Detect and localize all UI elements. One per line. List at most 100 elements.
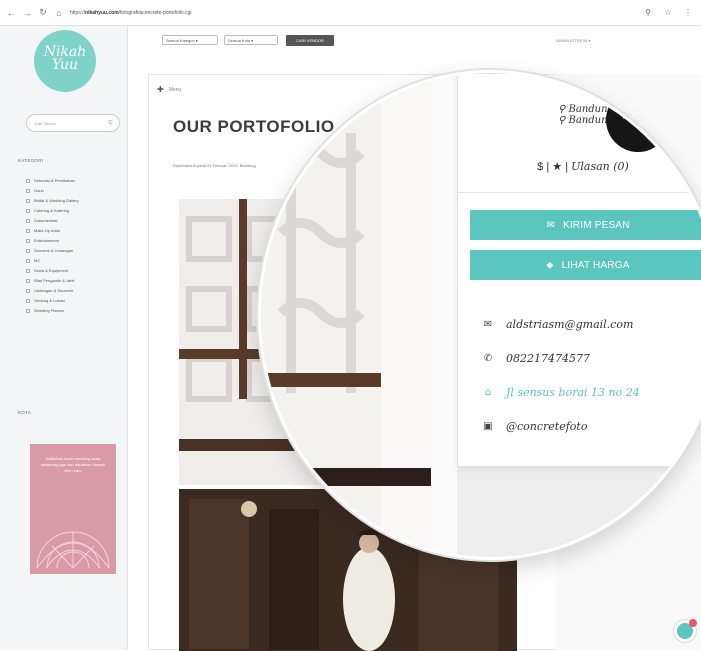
notification-badge <box>689 619 697 627</box>
sidebar-item-category[interactable]: Make Up Artist <box>26 226 79 236</box>
contact-address[interactable]: ⌂ Jl sensus borai 13 no 24 <box>482 386 640 399</box>
forward-icon[interactable]: → <box>22 8 32 18</box>
breadcrumb: ✚ Menu <box>157 85 181 94</box>
url-host: nikahyuu.com <box>85 9 119 16</box>
sidebar-item-label: Undangan & Souvenir <box>34 288 74 293</box>
sidebar-item-label: Dekorasi & Pernikahan <box>34 178 75 183</box>
search-input[interactable]: Cari Vendor ⚲ <box>26 114 120 132</box>
checkbox-icon[interactable] <box>26 269 30 273</box>
sidebar-item-category[interactable]: Entertainment <box>26 236 79 246</box>
magnifier-lens: ⚲ Bandung ⚲ Bandung aconcrete $ | ★ | Ul… <box>258 70 701 560</box>
sidebar-item-category[interactable]: Bridal & Wedding Gallery <box>26 196 79 206</box>
sidebar-item-label: Wedding Planner <box>34 308 65 313</box>
sidebar-item-label: Bridal & Wedding Gallery <box>34 198 79 203</box>
sidebar-item-label: Rias Pengantin & Jahit <box>34 278 75 283</box>
sidebar-item-label: Gedung & Lokasi <box>34 298 65 303</box>
sidebar-item-label: MC <box>34 258 41 263</box>
mandala-icon <box>36 531 110 568</box>
checkbox-icon[interactable] <box>26 209 30 213</box>
sidebar-item-category[interactable]: MC <box>26 256 79 266</box>
checkbox-icon[interactable] <box>26 249 30 253</box>
home-icon: ⌂ <box>484 387 492 398</box>
checkbox-icon[interactable] <box>26 239 30 243</box>
breadcrumb-item[interactable]: Menu <box>169 87 182 93</box>
promo-banner[interactable]: Daftarkan bisnis wedding anda sekarang j… <box>30 444 116 574</box>
sidebar-item-category[interactable]: Wedding Planner <box>26 306 79 316</box>
sidebar-heading-kota[interactable]: KOTA <box>18 410 31 415</box>
category-list: Dekorasi & Pernikahan Gaun Bridal & Weddin… <box>26 176 79 316</box>
portfolio-caption: Diperbaharui pada 01 Februari 2019. Band… <box>173 163 256 168</box>
email-text: aldstriasm@gmail.com <box>506 318 634 331</box>
search-icon[interactable]: ⚲ <box>641 8 655 17</box>
city-select[interactable]: Semua Kota ▾ <box>224 35 278 45</box>
chat-icon[interactable] <box>674 619 697 642</box>
url-path: /fotografi/aconcrete-portofolio.cgi <box>118 9 192 16</box>
category-select[interactable]: Semua Kategori ▾ <box>162 35 218 45</box>
address-text: Jl sensus borai 13 no 24 <box>506 386 640 399</box>
contact-email[interactable]: ✉ aldstriasm@gmail.com <box>482 318 634 331</box>
checkbox-icon[interactable] <box>26 229 30 233</box>
promo-text: Daftarkan bisnis wedding anda sekarang j… <box>40 456 106 473</box>
sidebar-item-label: Dokumentasi <box>34 218 58 223</box>
address-bar[interactable]: https://nikahyuu.com/fotografi/aconcrete… <box>70 10 635 16</box>
checkbox-icon[interactable] <box>26 189 30 193</box>
sidebar-item-category[interactable]: Dekorasi & Pernikahan <box>26 176 79 186</box>
checkbox-icon[interactable] <box>26 219 30 223</box>
zoomed-lattice-image <box>261 73 431 557</box>
filter-bar: Semua Kategori ▾ Semua Kota ▾ CARI VENDO… <box>128 26 701 54</box>
menu-icon[interactable]: ⋮ <box>681 8 695 17</box>
sidebar-item-label: Sewa & Equipment <box>34 268 69 273</box>
sidebar: Nikah Yuu Cari Vendor ⚲ KATEGORI Dekoras… <box>0 26 128 650</box>
sidebar-item-category[interactable]: Undangan & Souvenir <box>26 286 79 296</box>
sidebar-item-label: Entertainment <box>34 238 59 243</box>
tag-icon: ⬥ <box>546 259 554 271</box>
zoomed-photo <box>261 73 431 557</box>
sidebar-item-category[interactable]: Gaun <box>26 186 79 196</box>
back-icon[interactable]: ← <box>6 8 16 18</box>
envelope-icon: ✉ <box>483 319 493 330</box>
home-icon[interactable]: ⌂ <box>54 8 64 18</box>
sidebar-heading-kategori: KATEGORI <box>18 158 44 163</box>
instagram-icon: ▣ <box>483 421 493 432</box>
lens-divider <box>431 73 457 557</box>
send-message-button[interactable]: ✉ KIRIM PESAN <box>470 210 701 240</box>
star-icon[interactable]: ☆ <box>661 8 675 17</box>
sidebar-item-category[interactable]: Gedung & Lokasi <box>26 296 79 306</box>
checkbox-icon[interactable] <box>26 299 30 303</box>
url-prefix: https:// <box>70 9 86 16</box>
avatar-logo-text: aconcrete <box>622 114 654 121</box>
sidebar-item-label: Catering & Katering <box>34 208 69 213</box>
view-price-label: LIHAT HARGA <box>561 259 630 271</box>
checkbox-icon[interactable] <box>26 279 30 283</box>
sidebar-item-label: Make Up Artist <box>34 228 61 233</box>
map-pin-icon: ⚲ <box>558 115 566 126</box>
home-icon[interactable]: ✚ <box>157 85 164 94</box>
contact-instagram[interactable]: ▣ @concretefoto <box>482 420 587 433</box>
envelope-icon: ✉ <box>546 219 555 231</box>
checkbox-icon[interactable] <box>26 289 30 293</box>
checkbox-icon[interactable] <box>26 309 30 313</box>
sidebar-item-category[interactable]: Dokumentasi <box>26 216 79 226</box>
phone-icon: ✆ <box>483 353 493 364</box>
avatar[interactable]: aconcrete <box>606 88 670 152</box>
checkbox-icon[interactable] <box>26 199 30 203</box>
search-vendor-button[interactable]: CARI VENDOR <box>286 35 334 46</box>
checkbox-icon[interactable] <box>26 259 30 263</box>
sidebar-item-category[interactable]: Souvenir & Undangan <box>26 246 79 256</box>
send-message-label: KIRIM PESAN <box>562 219 630 231</box>
view-price-button[interactable]: ⬥ LIHAT HARGA <box>470 250 701 280</box>
reviews-link[interactable]: Ulasan (0) <box>571 160 629 173</box>
reload-icon[interactable]: ↻ <box>38 7 48 18</box>
sidebar-item-category[interactable]: Catering & Katering <box>26 206 79 216</box>
sidebar-item-category[interactable]: Sewa & Equipment <box>26 266 79 276</box>
vendor-rating: $ | ★ | Ulasan (0) <box>537 160 629 173</box>
logo[interactable]: Nikah Yuu <box>34 30 96 92</box>
contact-phone[interactable]: ✆ 082217474577 <box>482 352 590 365</box>
user-menu[interactable]: ADMIN ATTREVA ▾ <box>556 38 591 43</box>
city-select-value: Semua Kota <box>228 38 251 43</box>
sidebar-item-category[interactable]: Rias Pengantin & Jahit <box>26 276 79 286</box>
search-icon[interactable]: ⚲ <box>108 119 113 127</box>
sidebar-item-label: Gaun <box>34 188 44 193</box>
sidebar-item-label: Souvenir & Undangan <box>34 248 74 253</box>
checkbox-icon[interactable] <box>26 179 30 183</box>
